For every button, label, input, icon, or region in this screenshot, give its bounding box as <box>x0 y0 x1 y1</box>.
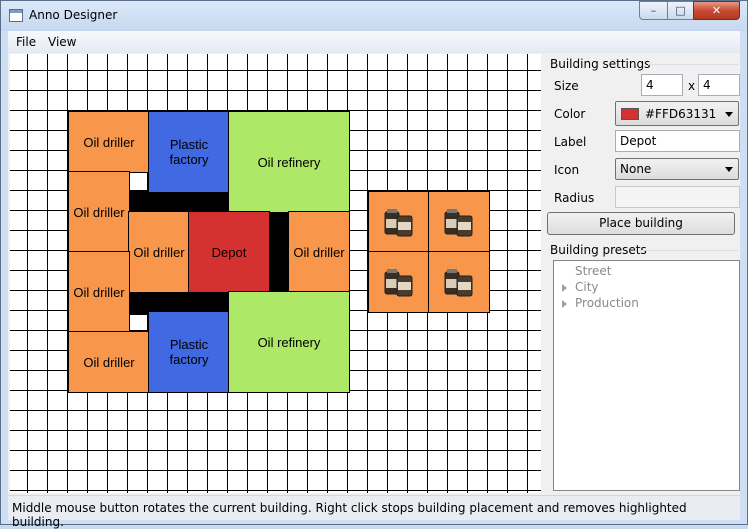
building-oil-driller[interactable]: Oil driller <box>68 111 150 173</box>
app-icon <box>9 9 23 22</box>
icon-select[interactable]: None <box>615 158 739 180</box>
building-oil-driller[interactable]: Oil driller <box>68 251 130 333</box>
title-bar[interactable]: Anno Designer – □ ✕ <box>1 1 747 31</box>
place-building-button[interactable]: Place building <box>547 212 735 235</box>
maximize-button[interactable]: □ <box>667 1 694 20</box>
building-oil-refinery[interactable]: Oil refinery <box>228 291 350 393</box>
group-divider <box>640 250 738 251</box>
minimize-button[interactable]: – <box>639 1 668 20</box>
oil-barrel-icon <box>384 269 413 297</box>
road-tile[interactable] <box>268 211 290 293</box>
presets-tree[interactable]: Street City Production <box>553 260 740 491</box>
app-window: Anno Designer – □ ✕ File View Oil drille… <box>0 0 748 529</box>
building-oil-driller[interactable]: Oil driller <box>128 211 190 293</box>
building-settings-title: Building settings <box>550 57 651 71</box>
building-oil-driller[interactable]: Oil driller <box>68 331 150 393</box>
expand-arrow-icon[interactable] <box>562 300 567 308</box>
side-panel: Building settings Size 4 x 4 Color #FFD6… <box>546 54 740 491</box>
oil-barrel-icon <box>444 269 473 297</box>
group-divider <box>648 64 738 65</box>
size-width-input[interactable]: 4 <box>641 74 683 96</box>
tree-item-production[interactable]: Production <box>575 296 639 310</box>
building-plastic-factory[interactable]: Plastic factory <box>148 311 230 393</box>
tree-item-street[interactable]: Street <box>575 264 611 278</box>
building-oil-icon[interactable] <box>368 251 430 313</box>
oil-barrel-icon <box>384 209 413 237</box>
menu-view[interactable]: View <box>48 35 76 49</box>
building-presets-title: Building presets <box>550 243 647 257</box>
tree-item-city[interactable]: City <box>575 280 599 294</box>
building-oil-driller[interactable]: Oil driller <box>68 171 130 253</box>
size-label: Size <box>554 79 579 93</box>
color-label: Color <box>554 107 586 121</box>
color-swatch <box>621 108 639 120</box>
label-label: Label <box>554 135 587 149</box>
window-title: Anno Designer <box>29 8 118 22</box>
color-value: #FFD63131 <box>645 107 717 121</box>
radius-label: Radius <box>554 191 595 205</box>
close-button[interactable]: ✕ <box>693 1 740 20</box>
building-oil-icon[interactable] <box>428 191 490 253</box>
client-area: File View Oil driller Plastic factory Oi… <box>8 31 740 529</box>
oil-barrel-icon <box>444 209 473 237</box>
icon-label: Icon <box>554 163 580 177</box>
expand-arrow-icon[interactable] <box>562 284 567 292</box>
status-bar: Middle mouse button rotates the current … <box>8 495 740 529</box>
label-input[interactable]: Depot <box>615 130 740 152</box>
building-plastic-factory[interactable]: Plastic factory <box>148 111 230 193</box>
chevron-down-icon <box>725 167 733 172</box>
size-x-label: x <box>688 79 696 93</box>
building-oil-driller[interactable]: Oil driller <box>288 211 350 293</box>
icon-select-value: None <box>620 162 652 176</box>
building-oil-icon[interactable] <box>428 251 490 313</box>
building-depot[interactable]: Depot <box>188 211 270 293</box>
color-picker[interactable]: #FFD63131 <box>615 101 739 126</box>
radius-input[interactable] <box>615 186 740 208</box>
chevron-down-icon <box>725 112 733 117</box>
building-oil-refinery[interactable]: Oil refinery <box>228 111 350 213</box>
design-canvas[interactable]: Oil driller Plastic factory Oil refinery… <box>10 54 541 493</box>
menu-bar: File View <box>8 31 740 53</box>
menu-file[interactable]: File <box>16 35 36 49</box>
size-height-input[interactable]: 4 <box>698 74 740 96</box>
building-oil-icon[interactable] <box>368 191 430 253</box>
